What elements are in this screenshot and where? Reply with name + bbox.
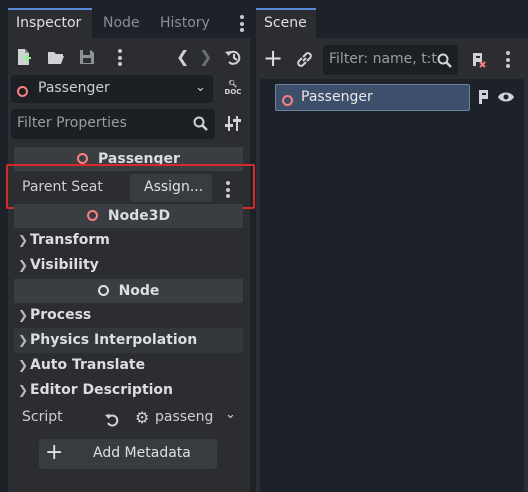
scene-filter-field[interactable]: Filter: name, t:ty	[323, 45, 458, 75]
node3d-section-icon	[86, 209, 98, 221]
history-forward-icon[interactable]: ❯	[199, 47, 212, 66]
category-auto-translate[interactable]: ❯ Auto Translate	[14, 353, 243, 378]
chevron-right-icon: ❯	[18, 358, 29, 372]
script-icon[interactable]	[476, 89, 490, 105]
chevron-right-icon: ❯	[18, 333, 29, 347]
section-node3d-title: Node3D	[107, 208, 171, 224]
tree-item-passenger[interactable]: Passenger	[275, 84, 470, 111]
add-node-icon[interactable]: +	[263, 46, 283, 70]
category-visibility[interactable]: ❯ Visibility	[14, 253, 243, 278]
open-folder-icon[interactable]	[47, 50, 65, 65]
script-picker[interactable]: ⚙ passeng ⌄	[132, 404, 243, 434]
gear-icon: ⚙	[135, 408, 150, 427]
tree-item-label: Passenger	[301, 89, 373, 105]
dock-menu-icon[interactable]	[240, 15, 244, 35]
tab-node[interactable]: Node	[95, 8, 148, 38]
scene-tabbar: Scene	[250, 0, 528, 38]
tab-scene[interactable]: Scene	[256, 8, 316, 38]
script-class-icon	[77, 152, 89, 164]
script-label: Script	[22, 409, 63, 425]
node3d-icon	[17, 85, 28, 97]
scene-menu-icon[interactable]	[506, 51, 510, 71]
add-metadata-button[interactable]: + Add Metadata	[39, 439, 217, 469]
tab-history[interactable]: History	[152, 8, 218, 38]
scene-filter-input[interactable]: Filter: name, t:ty	[329, 51, 437, 67]
tab-inspector[interactable]: Inspector	[8, 8, 92, 38]
recent-history-icon[interactable]	[224, 49, 242, 66]
new-resource-icon[interactable]	[16, 48, 32, 66]
node3d-icon	[282, 94, 293, 106]
doc-icon[interactable]: 🔍︎ DOC	[224, 80, 242, 100]
filter-properties-field[interactable]: Filter Properties	[11, 109, 215, 139]
property-script: Script ⚙ passeng ⌄	[14, 404, 243, 434]
object-name: Passenger	[38, 80, 110, 96]
add-metadata-label: Add Metadata	[93, 445, 191, 461]
plus-icon: +	[45, 440, 64, 465]
script-value: passeng	[155, 409, 214, 425]
node-section-icon	[97, 284, 109, 296]
chevron-down-icon: ⌄	[195, 80, 206, 95]
save-icon[interactable]	[79, 49, 95, 65]
object-selector[interactable]: Passenger ⌄	[11, 75, 213, 103]
section-node3d: Node3D	[14, 204, 243, 228]
visibility-eye-icon[interactable]	[498, 91, 514, 103]
category-physics-interpolation[interactable]: ❯ Physics Interpolation	[14, 328, 243, 353]
highlight-box	[6, 164, 255, 209]
chevron-right-icon: ❯	[18, 233, 29, 247]
category-transform[interactable]: ❯ Transform	[14, 228, 243, 253]
inspector-menu-icon[interactable]	[118, 49, 122, 69]
history-back-icon[interactable]: ❮	[176, 47, 189, 66]
attach-script-icon[interactable]	[470, 51, 487, 68]
tools-icon[interactable]	[225, 115, 241, 132]
chevron-right-icon: ❯	[18, 383, 29, 397]
chevron-down-icon[interactable]: ⌄	[225, 407, 236, 422]
chevron-right-icon: ❯	[18, 308, 29, 322]
category-editor-description[interactable]: ❯ Editor Description	[14, 378, 243, 403]
link-icon[interactable]	[296, 51, 313, 68]
category-process[interactable]: ❯ Process	[14, 303, 243, 328]
chevron-right-icon: ❯	[18, 258, 29, 272]
filter-properties-input[interactable]: Filter Properties	[17, 115, 127, 131]
scene-tree: Passenger	[260, 79, 524, 492]
section-node-title: Node	[118, 283, 160, 299]
search-icon	[437, 53, 452, 68]
search-icon	[193, 116, 208, 131]
revert-icon[interactable]	[105, 413, 119, 427]
inspector-tabbar: Inspector Node History	[0, 0, 250, 38]
section-node: Node	[14, 279, 243, 303]
